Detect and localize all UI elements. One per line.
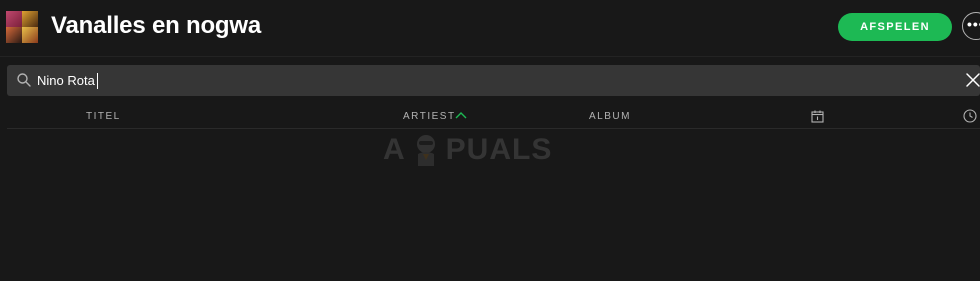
more-options-button[interactable]: ••• — [962, 12, 980, 40]
search-bar — [7, 65, 980, 96]
cover-tile — [22, 11, 38, 27]
search-icon — [17, 73, 31, 87]
playlist-cover-image[interactable] — [6, 11, 38, 43]
watermark-text: PUALS — [445, 133, 553, 166]
column-header-title[interactable]: TITEL — [86, 111, 121, 122]
playlist-header: Vanalles en nogwa AFSPELEN ••• — [0, 0, 980, 57]
mascot-icon — [416, 135, 435, 166]
appuals-watermark: A PUALS — [383, 132, 552, 168]
cover-tile — [6, 27, 22, 43]
column-header-artist[interactable]: ARTIEST — [403, 111, 456, 122]
clock-icon[interactable] — [963, 109, 977, 123]
text-caret — [97, 73, 98, 89]
play-button[interactable]: AFSPELEN — [838, 13, 952, 41]
table-header-divider — [7, 128, 980, 129]
calendar-icon[interactable] — [811, 110, 824, 123]
chevron-up-icon — [455, 112, 467, 119]
cover-tile — [22, 27, 38, 43]
cover-tile — [6, 11, 22, 27]
spotify-playlist-view: Vanalles en nogwa AFSPELEN ••• TITEL ART… — [0, 0, 980, 281]
playlist-title: Vanalles en nogwa — [51, 12, 262, 39]
watermark-text: A — [383, 133, 406, 166]
search-input[interactable] — [37, 65, 937, 96]
close-icon[interactable] — [965, 72, 980, 88]
column-header-album[interactable]: ALBUM — [589, 111, 631, 122]
